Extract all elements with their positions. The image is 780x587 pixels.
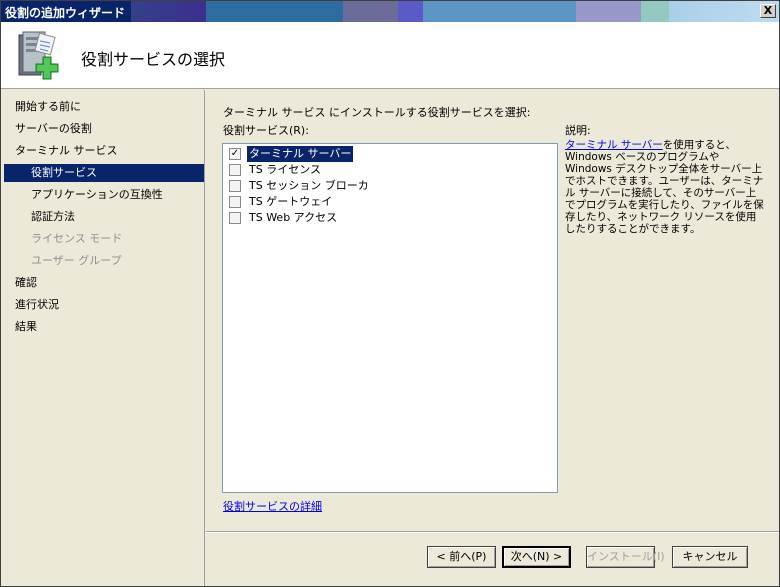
nav-step-application-compatibility[interactable]: アプリケーションの互換性 xyxy=(4,186,204,204)
cancel-button[interactable]: キャンセル xyxy=(672,546,748,568)
server-role-add-icon xyxy=(18,31,59,80)
description-link[interactable]: ターミナル サーバー xyxy=(565,139,663,151)
list-item-ts-gateway[interactable]: TS ゲートウェイ xyxy=(227,194,547,210)
list-item-label: TS Web アクセス xyxy=(249,211,338,224)
list-item-terminal-server[interactable]: ✓ ターミナル サーバー xyxy=(227,146,547,162)
install-button: インストール(I) xyxy=(586,546,665,568)
list-item-ts-licensing[interactable]: TS ライセンス xyxy=(227,162,547,178)
nav-step-before-you-begin[interactable]: 開始する前に xyxy=(4,98,204,116)
list-item-label: TS ライセンス xyxy=(249,163,321,176)
role-services-list[interactable]: ✓ ターミナル サーバー TS ライセンス TS セッション ブローカ TS ゲ… xyxy=(222,143,558,493)
nav-step-authentication-method[interactable]: 認証方法 xyxy=(4,208,204,226)
list-item-label: ターミナル サーバー xyxy=(247,146,354,162)
wizard-steps-nav: 開始する前に サーバーの役割 ターミナル サービス 役割サービス アプリケーショ… xyxy=(1,90,205,586)
role-services-label: 役割サービス(R): xyxy=(223,124,309,137)
footer-divider xyxy=(206,531,779,533)
page-title: 役割サービスの選択 xyxy=(81,50,226,69)
checkbox-icon[interactable] xyxy=(229,180,241,192)
list-item-label: TS セッション ブローカ xyxy=(249,179,369,192)
back-button[interactable]: < 前へ(P) xyxy=(427,546,496,568)
header-banner: 役割サービスの選択 xyxy=(1,22,779,89)
instruction-text: ターミナル サービス にインストールする役割サービスを選択: xyxy=(223,106,531,119)
nav-step-results[interactable]: 結果 xyxy=(4,318,204,336)
list-item-ts-session-broker[interactable]: TS セッション ブローカ xyxy=(227,178,547,194)
next-button[interactable]: 次へ(N) > xyxy=(502,546,571,568)
list-item-ts-web-access[interactable]: TS Web アクセス xyxy=(227,210,547,226)
window-title: 役割の追加ウィザード xyxy=(5,6,126,20)
nav-step-role-services[interactable]: 役割サービス xyxy=(4,164,204,182)
nav-step-server-roles[interactable]: サーバーの役割 xyxy=(4,120,204,138)
description-heading: 説明: xyxy=(565,124,591,137)
title-bar[interactable]: 役割の追加ウィザード X xyxy=(1,1,779,22)
wizard-window: 役割の追加ウィザード X 役割サービスの選択 開始する前に サーバーの役割 ター… xyxy=(0,0,780,587)
checkbox-icon[interactable] xyxy=(229,212,241,224)
checkbox-icon[interactable] xyxy=(229,164,241,176)
main-panel: ターミナル サービス にインストールする役割サービスを選択: 役割サービス(R)… xyxy=(206,90,779,586)
close-button[interactable]: X xyxy=(760,4,776,18)
checkbox-icon[interactable] xyxy=(229,196,241,208)
role-services-more-info-link[interactable]: 役割サービスの詳細 xyxy=(223,498,322,514)
nav-step-progress[interactable]: 進行状況 xyxy=(4,296,204,314)
nav-step-licensing-mode: ライセンス モード xyxy=(31,232,123,245)
checkbox-checked-icon[interactable]: ✓ xyxy=(229,148,241,160)
description-text: ターミナル サーバーを使用すると、Windows ベースのプログラムや Wind… xyxy=(565,139,765,235)
nav-step-confirmation[interactable]: 確認 xyxy=(4,274,204,292)
description-body: を使用すると、Windows ベースのプログラムや Windows デスクトップ… xyxy=(565,139,764,235)
nav-step-terminal-services[interactable]: ターミナル サービス xyxy=(4,142,204,160)
nav-step-user-groups: ユーザー グループ xyxy=(31,254,122,267)
list-item-label: TS ゲートウェイ xyxy=(249,195,333,208)
